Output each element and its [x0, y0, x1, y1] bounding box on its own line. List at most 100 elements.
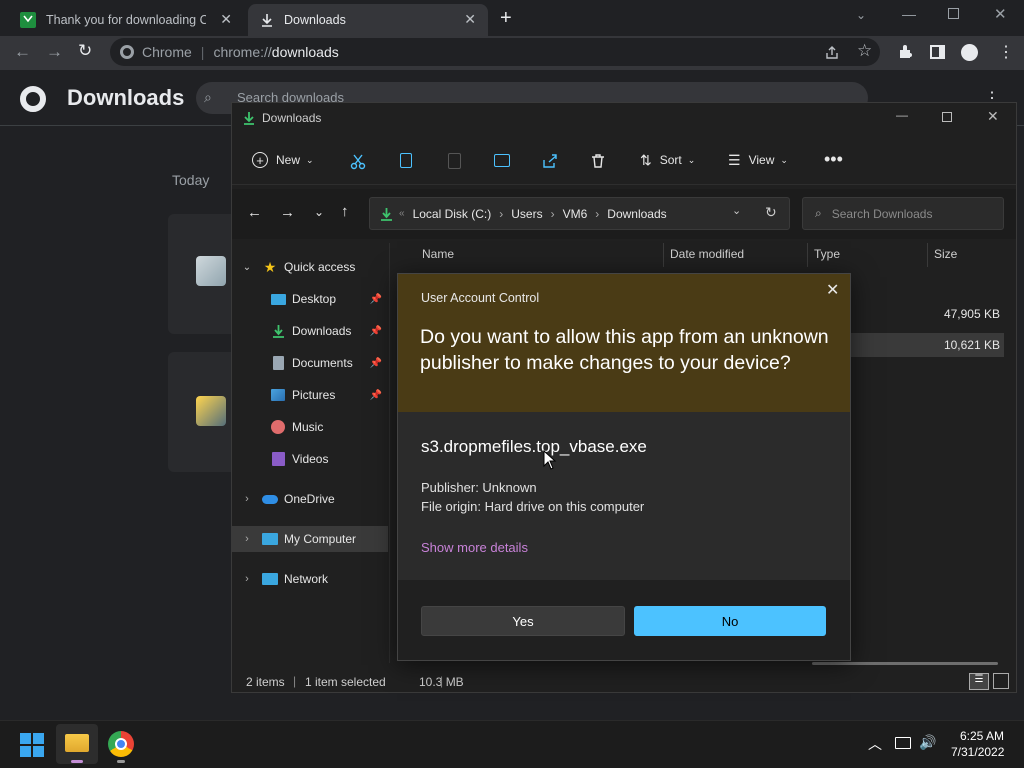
column-divider[interactable]: [927, 243, 928, 267]
breadcrumb-separator-icon: ›: [550, 206, 555, 221]
download-card[interactable]: [168, 214, 238, 334]
tab-downloads[interactable]: Downloads ✕: [248, 4, 488, 36]
forward-icon[interactable]: →: [46, 42, 63, 62]
column-divider[interactable]: [807, 243, 808, 267]
nav-item-music[interactable]: Music: [232, 414, 388, 440]
search-placeholder: Search Downloads: [831, 206, 933, 221]
cut-icon[interactable]: [350, 154, 366, 170]
paste-icon[interactable]: [448, 153, 461, 169]
side-panel-icon[interactable]: [930, 45, 945, 59]
nav-item-quick-access[interactable]: ⌄ ★ Quick access: [232, 254, 388, 280]
nav-back-icon[interactable]: ←: [247, 204, 262, 221]
nav-label: Videos: [292, 452, 329, 466]
search-icon: ⌕: [815, 206, 822, 220]
uac-close-icon[interactable]: ✕: [826, 280, 839, 300]
volume-icon[interactable]: 🔊: [919, 734, 936, 751]
nav-item-documents[interactable]: Documents 📌: [232, 350, 388, 376]
nav-item-network[interactable]: › Network: [232, 566, 388, 592]
sort-button[interactable]: ⇅ Sort ⌄: [640, 147, 695, 173]
copy-icon[interactable]: [400, 153, 412, 168]
address-bar[interactable]: « Local Disk (C:) › Users › VM6 › Downlo…: [369, 197, 790, 230]
url-path: downloads: [271, 44, 339, 60]
back-icon[interactable]: ←: [14, 42, 31, 62]
reload-icon[interactable]: ↻: [78, 41, 92, 61]
window-restore-button[interactable]: [948, 8, 959, 19]
tiles-view-icon[interactable]: [993, 673, 1009, 689]
computer-icon: [262, 531, 278, 547]
share-icon[interactable]: [824, 45, 840, 61]
network-tray-icon[interactable]: [895, 737, 911, 749]
tab-search-icon[interactable]: ⌄: [856, 8, 866, 22]
desktop-icon: [270, 291, 286, 307]
minimize-button[interactable]: —: [896, 108, 908, 122]
breadcrumb-item[interactable]: VM6: [563, 207, 588, 221]
recent-locations-icon[interactable]: ⌄: [314, 205, 324, 219]
column-divider[interactable]: [663, 243, 664, 267]
pin-icon: 📌: [369, 325, 382, 337]
refresh-icon[interactable]: ↻: [765, 204, 777, 221]
nav-up-icon[interactable]: ↑: [341, 203, 349, 220]
nav-forward-icon[interactable]: →: [280, 204, 295, 221]
show-hidden-icons-chevron-icon[interactable]: ︿: [868, 734, 882, 754]
close-button[interactable]: ✕: [987, 108, 999, 125]
new-button[interactable]: + New ⌄: [252, 147, 314, 173]
close-tab-icon[interactable]: ✕: [464, 11, 476, 28]
window-minimize-button[interactable]: —: [902, 6, 916, 22]
taskbar-chrome-icon[interactable]: [108, 731, 134, 757]
nav-label: Pictures: [292, 388, 336, 402]
column-header-name[interactable]: Name: [422, 247, 454, 261]
column-header-date-modified[interactable]: Date modified: [670, 247, 744, 261]
rename-icon[interactable]: [494, 154, 510, 167]
download-card[interactable]: [168, 352, 238, 472]
url-prefix: chrome://: [213, 44, 272, 60]
clock-time[interactable]: 6:25 AM: [960, 729, 1004, 743]
expand-chevron-icon: ›: [245, 493, 249, 505]
column-header-type[interactable]: Type: [814, 247, 840, 261]
window-close-button[interactable]: ✕: [994, 5, 1007, 23]
yes-button[interactable]: Yes: [421, 606, 625, 636]
maximize-button[interactable]: [942, 112, 952, 122]
nav-item-onedrive[interactable]: › OneDrive: [232, 486, 388, 512]
nav-item-pictures[interactable]: Pictures 📌: [232, 382, 388, 408]
horizontal-scrollbar[interactable]: [812, 662, 998, 665]
omnibox[interactable]: Chrome | chrome:// downloads ☆: [110, 38, 880, 66]
new-label: New: [276, 153, 301, 167]
breadcrumb-item[interactable]: Users: [511, 207, 542, 221]
videos-icon: [270, 451, 286, 467]
start-button-windows-icon[interactable]: [20, 733, 44, 757]
uac-dialog: User Account Control ✕ Do you want to al…: [397, 273, 851, 661]
details-view-icon[interactable]: ☰: [969, 673, 989, 690]
status-bar: 2 items | 1 item selected 10.3 MB | ☰: [232, 669, 1016, 693]
explorer-search-field[interactable]: ⌕ Search Downloads: [802, 197, 1004, 230]
nav-item-desktop[interactable]: Desktop 📌: [232, 286, 388, 312]
nav-item-downloads[interactable]: Downloads 📌: [232, 318, 388, 344]
downloads-folder-icon: [244, 112, 254, 125]
delete-icon[interactable]: [590, 153, 606, 169]
tab-title: Thank you for downloading CCle: [46, 13, 206, 27]
breadcrumb-item[interactable]: Downloads: [607, 207, 666, 221]
chrome-menu-icon[interactable]: ⋮: [998, 42, 1014, 62]
show-more-details-link[interactable]: Show more details: [421, 540, 528, 555]
file-explorer-icon: [65, 734, 89, 752]
nav-item-videos[interactable]: Videos: [232, 446, 388, 472]
column-header-size[interactable]: Size: [934, 247, 957, 261]
clock-date[interactable]: 7/31/2022: [951, 745, 1004, 759]
bookmark-star-icon[interactable]: ☆: [857, 41, 872, 61]
breadcrumb-item[interactable]: Local Disk (C:): [413, 207, 492, 221]
taskbar-file-explorer-button[interactable]: [56, 724, 98, 764]
downloads-icon: [270, 323, 286, 339]
tab-ccleaner[interactable]: Thank you for downloading CCle ✕: [8, 4, 244, 36]
view-button[interactable]: ☰ View ⌄: [728, 147, 788, 173]
nav-item-my-computer[interactable]: › My Computer: [232, 526, 388, 552]
extensions-icon[interactable]: [898, 44, 914, 60]
active-app-indicator: [71, 760, 83, 763]
no-button[interactable]: No: [634, 606, 826, 636]
close-tab-icon[interactable]: ✕: [220, 11, 232, 28]
downloads-folder-icon: [381, 207, 392, 221]
see-more-icon[interactable]: •••: [824, 149, 843, 170]
status-separator: |: [440, 674, 444, 688]
share-icon[interactable]: [542, 153, 558, 169]
profile-avatar-icon[interactable]: [961, 44, 978, 61]
new-tab-button[interactable]: +: [500, 7, 512, 30]
address-dropdown-icon[interactable]: ⌄: [732, 204, 741, 217]
